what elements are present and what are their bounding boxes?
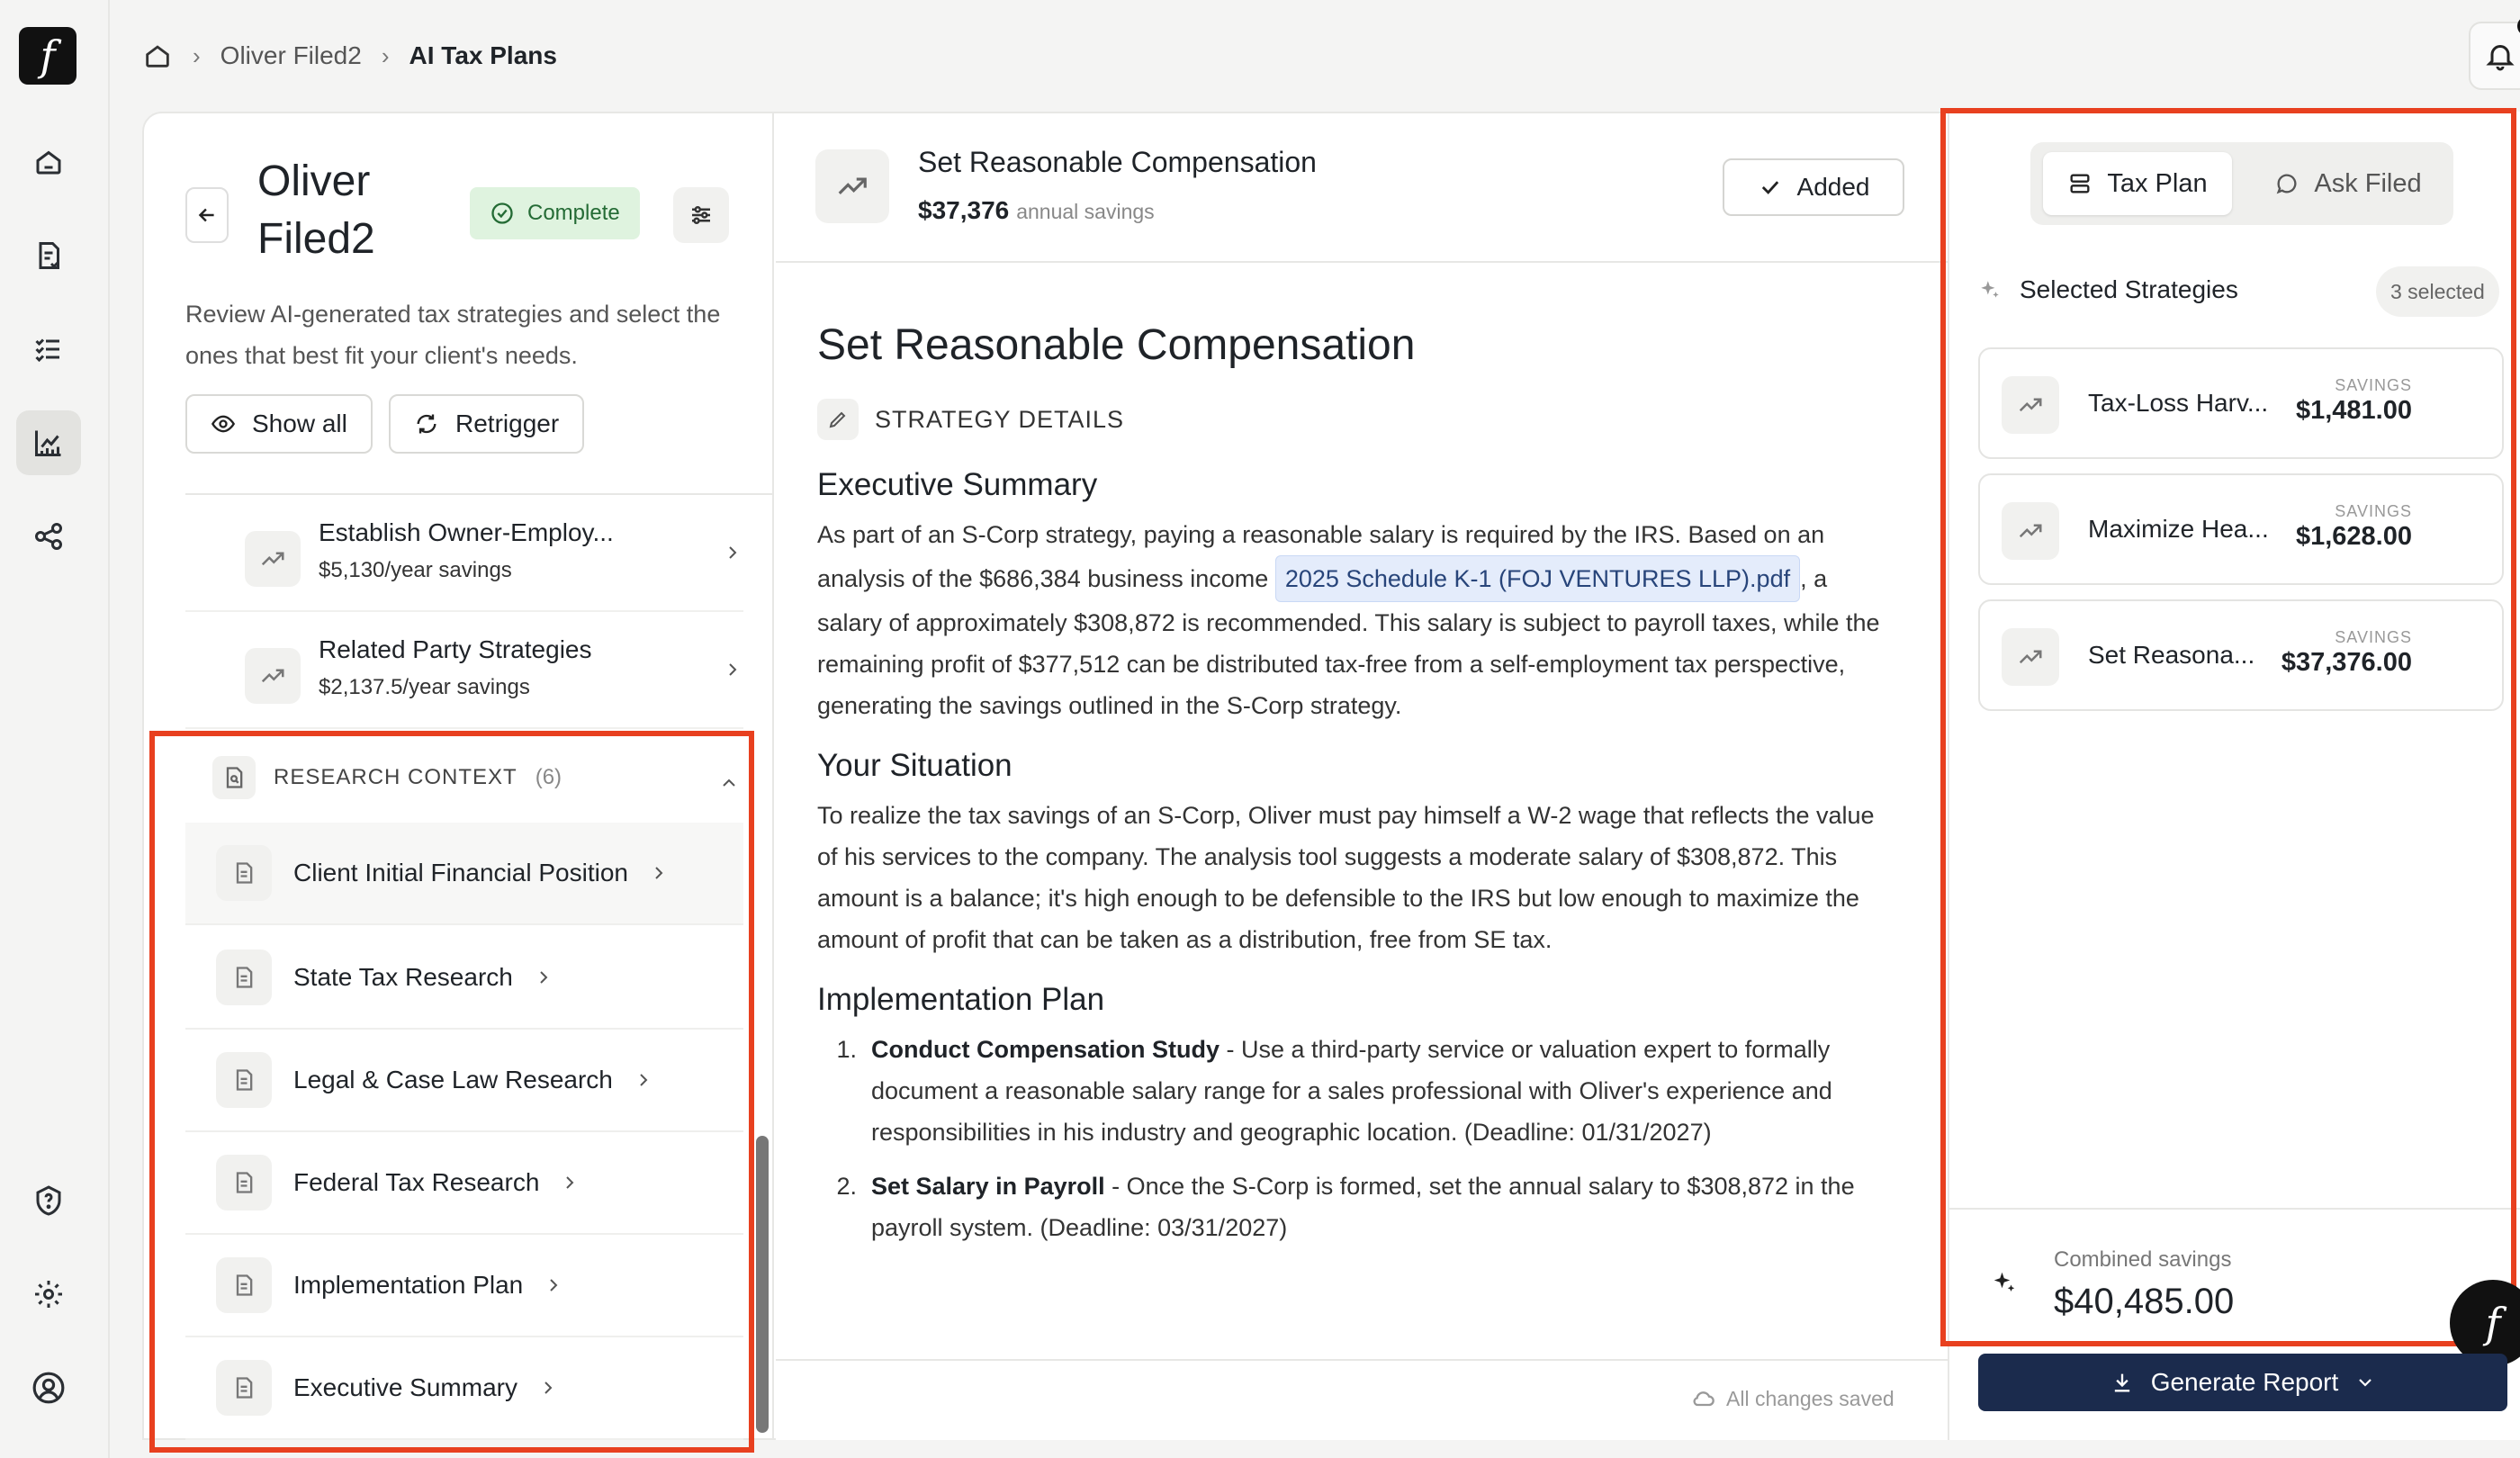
rail-home-button[interactable] — [16, 130, 81, 194]
back-button[interactable] — [185, 187, 229, 243]
show-all-button[interactable]: Show all — [185, 394, 373, 454]
highlight-tax-plan-panel — [1940, 108, 2516, 1346]
breadcrumb-client[interactable]: Oliver Filed2 — [220, 41, 362, 70]
added-label: Added — [1796, 173, 1870, 201]
left-rail — [0, 0, 110, 1458]
rail-help-button[interactable] — [16, 1168, 81, 1233]
strategy-savings: $2,137.5/year savings — [319, 675, 530, 699]
trend-up-icon — [815, 149, 889, 223]
your-situation-heading: Your Situation — [817, 748, 1012, 783]
show-all-label: Show all — [252, 410, 347, 437]
filter-button[interactable] — [673, 187, 729, 243]
chevron-right-icon — [729, 546, 737, 559]
strategy-document: Set Reasonable Compensation STRATEGY DET… — [817, 320, 1897, 1261]
arrow-left-icon — [198, 208, 214, 222]
share-icon — [35, 523, 62, 550]
executive-summary-heading: Executive Summary — [817, 467, 1098, 502]
divider — [185, 493, 772, 495]
executive-summary-text: As part of an S-Corp strategy, paying a … — [817, 514, 1897, 726]
strategy-header-title: Set Reasonable Compensation — [918, 146, 1317, 178]
implementation-plan-heading: Implementation Plan — [817, 982, 1105, 1017]
user-icon — [32, 1372, 65, 1404]
highlight-research-context — [149, 731, 754, 1453]
strategy-savings: $5,130/year savings — [319, 558, 512, 582]
your-situation-text: To realize the tax savings of an S-Corp,… — [817, 802, 1875, 953]
step-text: Set Salary in Payroll - Once the S-Corp … — [871, 1166, 1897, 1248]
strategy-title: Set Reasonable Compensation — [817, 321, 1416, 369]
breadcrumb-current: AI Tax Plans — [409, 41, 557, 69]
cloud-icon — [1693, 1391, 1714, 1407]
rail-documents-button[interactable] — [16, 223, 81, 288]
step-number: 2. — [836, 1173, 857, 1200]
notifications-button[interactable] — [2469, 16, 2520, 90]
file-reference-chip[interactable]: 2025 Schedule K-1 (FOJ VENTURES LLP).pdf — [1274, 555, 1801, 602]
eye-icon — [211, 415, 236, 433]
savings-amount: $37,376 — [918, 196, 1010, 224]
chevron-right-icon: › — [381, 41, 390, 69]
generate-report-button[interactable]: Generate Report — [1978, 1354, 2507, 1411]
step-number: 1. — [836, 1036, 857, 1063]
save-status-label: All changes saved — [1726, 1386, 1894, 1410]
sliders-icon — [692, 206, 710, 224]
step-text: Conduct Compensation Study - Use a third… — [871, 1029, 1897, 1153]
refresh-icon — [417, 414, 436, 434]
strategy-details-label: STRATEGY DETAILS — [817, 399, 1897, 440]
rail-settings-button[interactable] — [16, 1262, 81, 1327]
rail-profile-button[interactable] — [16, 1355, 81, 1420]
list-item: 1. Conduct Compensation Study - Use a th… — [817, 1029, 1897, 1153]
list-item: 2. Set Salary in Payroll - Once the S-Co… — [817, 1166, 1897, 1248]
pencil-icon[interactable] — [817, 399, 859, 440]
bell-icon — [2486, 45, 2515, 71]
gear-icon — [35, 1281, 62, 1308]
retrigger-label: Retrigger — [455, 410, 560, 437]
savings-label: annual savings — [1016, 200, 1155, 223]
home-icon[interactable] — [142, 40, 173, 71]
check-icon — [1761, 181, 1778, 194]
added-button[interactable]: Added — [1723, 158, 1904, 216]
rail-share-button[interactable] — [16, 504, 81, 569]
trend-up-icon — [245, 648, 301, 704]
retrigger-button[interactable]: Retrigger — [389, 394, 585, 454]
save-status: All changes saved — [1690, 1386, 1894, 1411]
chevron-right-icon: › — [193, 41, 201, 69]
strategy-item[interactable]: Establish Owner-Employ... $5,130/year sa… — [185, 497, 743, 612]
strategy-item[interactable]: Related Party Strategies $2,137.5/year s… — [185, 614, 743, 729]
rail-tax-plans-button[interactable] — [16, 410, 81, 475]
breadcrumb: › Oliver Filed2 › AI Tax Plans — [142, 34, 557, 77]
client-name: Oliver Filed2 — [257, 158, 375, 263]
app-logo[interactable]: f — [19, 27, 76, 85]
home-icon — [36, 150, 61, 175]
status-badge: Complete — [470, 187, 640, 239]
client-description: Review AI-generated tax strategies and s… — [185, 301, 721, 369]
scrollbar[interactable] — [756, 1136, 769, 1433]
chevron-right-icon — [729, 663, 737, 676]
checklist-icon — [35, 338, 59, 363]
implementation-steps: 1. Conduct Compensation Study - Use a th… — [817, 1029, 1897, 1248]
trend-up-icon — [245, 531, 301, 587]
section-label: STRATEGY DETAILS — [875, 405, 1125, 433]
help-icon — [36, 1185, 61, 1216]
chevron-down-icon — [2359, 1379, 2372, 1387]
strategy-title: Establish Owner-Employ... — [319, 518, 614, 546]
step-title: Conduct Compensation Study — [871, 1036, 1220, 1063]
strategy-header-savings: $37,376 annual savings — [918, 196, 1155, 225]
download-icon — [2114, 1373, 2129, 1392]
rail-tasks-button[interactable] — [16, 317, 81, 382]
step-title: Set Salary in Payroll — [871, 1173, 1105, 1200]
chart-icon — [35, 430, 61, 456]
check-circle-icon — [491, 202, 513, 224]
strategy-title: Related Party Strategies — [319, 635, 592, 663]
status-label: Complete — [527, 201, 620, 225]
generate-report-label: Generate Report — [2150, 1368, 2339, 1396]
document-icon — [39, 242, 59, 269]
